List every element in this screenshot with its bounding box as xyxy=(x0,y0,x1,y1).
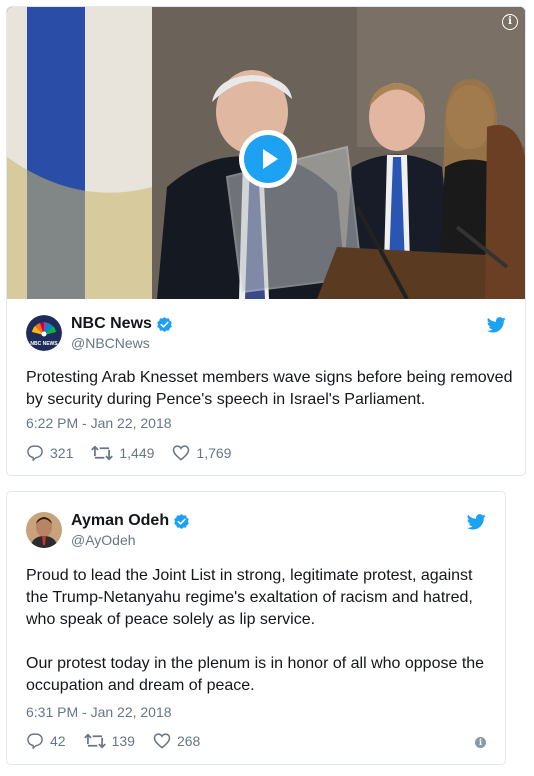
like-count: 268 xyxy=(176,732,201,749)
verified-badge-icon xyxy=(174,513,189,529)
reply-icon xyxy=(27,733,43,749)
like-icon xyxy=(173,445,190,461)
author-name[interactable]: NBC News xyxy=(71,315,152,333)
like-button[interactable]: 1,769 xyxy=(172,444,231,461)
tweet-actions: 321 1,449 1,769 xyxy=(26,444,249,461)
reply-button[interactable]: 321 xyxy=(26,444,73,461)
retweet-count: 139 xyxy=(111,732,135,749)
tweet-text: Protesting Arab Knesset members wave sig… xyxy=(26,367,516,411)
twitter-bird-icon[interactable] xyxy=(467,514,486,530)
info-icon[interactable]: i xyxy=(502,14,518,30)
retweet-icon xyxy=(91,445,114,460)
tweet-timestamp[interactable]: 6:31 PM - Jan 22, 2018 xyxy=(26,704,172,720)
like-count: 1,769 xyxy=(196,444,232,461)
author-handle[interactable]: @AyOdeh xyxy=(71,532,190,548)
author-handle[interactable]: @NBCNews xyxy=(71,335,173,351)
tweet-header: Ayman Odeh @AyOdeh xyxy=(26,512,190,548)
reply-count: 42 xyxy=(50,732,66,749)
tweet-header: NBC NEWS NBC News @NBCNews xyxy=(26,315,173,351)
tweet-card-nbc[interactable]: i NBC NEWS NBC News @NBCNews Protesting … xyxy=(6,6,526,476)
avatar[interactable] xyxy=(26,512,62,548)
reply-button[interactable]: 42 xyxy=(26,732,66,749)
tweet-text: Proud to lead the Joint List in strong, … xyxy=(26,565,491,697)
twitter-bird-icon[interactable] xyxy=(487,317,506,333)
reply-icon xyxy=(27,445,43,461)
tweet-paragraph: Proud to lead the Joint List in strong, … xyxy=(26,567,473,628)
info-icon[interactable]: i xyxy=(475,737,486,748)
verified-badge-icon xyxy=(157,316,172,332)
nbc-peacock-logo-icon: NBC NEWS xyxy=(26,315,62,351)
tweet-actions: 42 139 268 xyxy=(26,732,218,749)
tweet-card-odeh[interactable]: Ayman Odeh @AyOdeh Proud to lead the Joi… xyxy=(6,491,506,765)
profile-photo xyxy=(26,512,62,548)
like-icon xyxy=(153,733,171,749)
reply-count: 321 xyxy=(50,444,74,461)
like-button[interactable]: 268 xyxy=(153,732,200,749)
video-player[interactable]: i xyxy=(7,7,525,299)
author-name[interactable]: Ayman Odeh xyxy=(71,512,169,530)
tweet-paragraph: Protesting Arab Knesset members wave sig… xyxy=(26,369,513,408)
retweet-button[interactable]: 139 xyxy=(83,732,135,749)
play-icon xyxy=(244,135,292,183)
retweet-button[interactable]: 1,449 xyxy=(91,445,154,461)
svg-text:NBC NEWS: NBC NEWS xyxy=(30,341,58,347)
tweet-timestamp[interactable]: 6:22 PM - Jan 22, 2018 xyxy=(26,415,172,431)
retweet-count: 1,449 xyxy=(119,444,155,461)
tweet-paragraph: Our protest today in the plenum is in ho… xyxy=(26,655,485,694)
play-button[interactable] xyxy=(239,130,297,188)
avatar[interactable]: NBC NEWS xyxy=(26,315,62,351)
retweet-icon xyxy=(83,733,106,748)
